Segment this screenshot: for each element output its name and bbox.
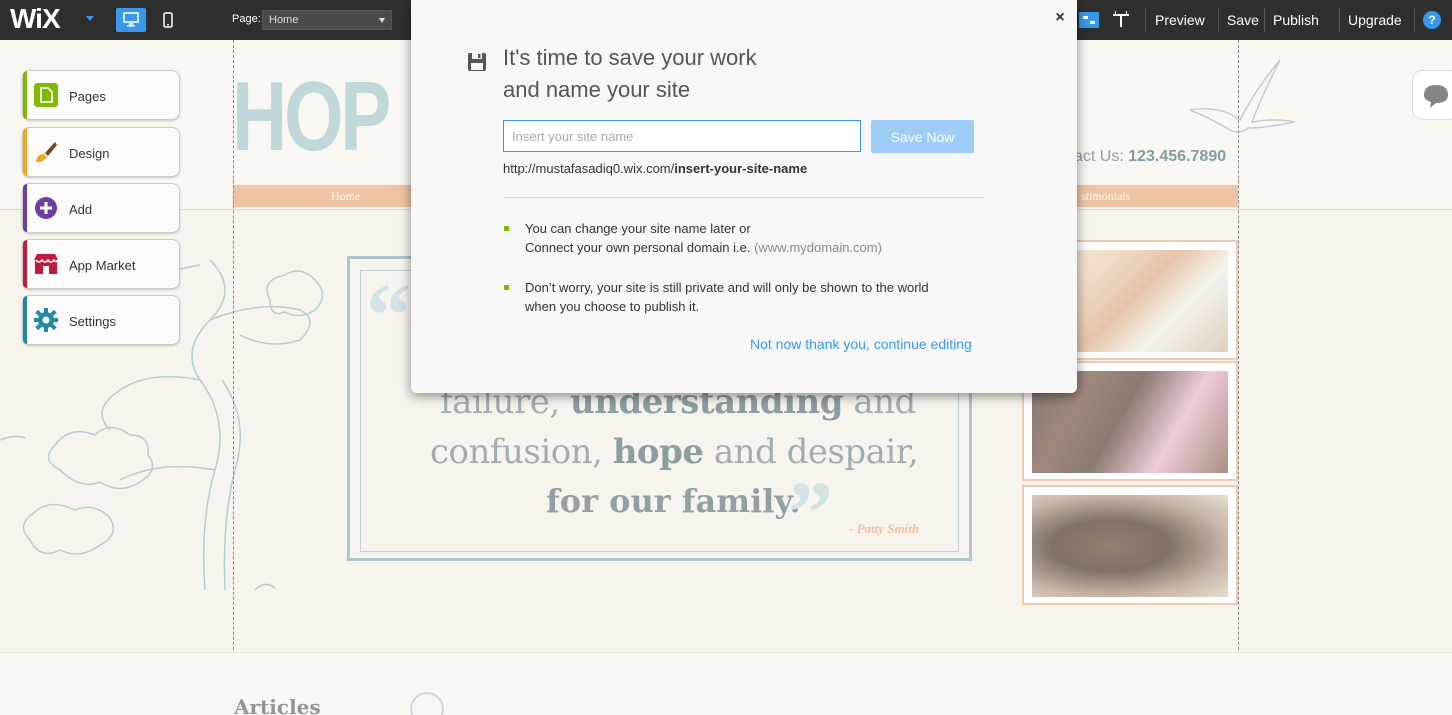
site-url-preview: http://mustafasadiq0.wix.com/insert-your… <box>503 161 807 176</box>
page-selector-dropdown[interactable]: Home <box>262 10 392 30</box>
logo-menu-caret-icon[interactable] <box>86 16 94 21</box>
sidebar-item-label: Settings <box>69 314 116 329</box>
note-text: Connect your own personal domain i.e. <box>525 240 755 255</box>
store-icon <box>34 254 58 274</box>
note-rename-line-1: You can change your site name later or <box>525 221 751 236</box>
sidebar-item-add[interactable]: Add <box>22 183 180 233</box>
floppy-disk-icon <box>468 53 486 71</box>
sidebar-item-label: App Market <box>69 258 136 273</box>
top-bar-divider <box>1264 8 1265 32</box>
sidebar-item-design[interactable]: Design <box>22 127 180 177</box>
chevron-down-icon <box>379 18 385 23</box>
domain-example: (www.mydomain.com) <box>754 240 882 255</box>
sidebar-item-label: Design <box>69 146 110 161</box>
ruler-tool-button[interactable] <box>1108 8 1134 32</box>
bullet-icon <box>504 285 509 290</box>
sidebar-item-label: Add <box>69 202 93 217</box>
dialog-title-line-1: It's time to save your work <box>503 45 757 70</box>
top-bar-divider <box>1414 8 1415 32</box>
note-private-line-1: Don’t worry, your site is still private … <box>525 280 929 295</box>
mobile-icon <box>163 12 173 28</box>
mobile-view-button[interactable] <box>156 8 180 32</box>
ruler-icon <box>1113 11 1129 27</box>
publish-button[interactable]: Publish <box>1273 12 1319 28</box>
save-button[interactable]: Save <box>1227 12 1259 28</box>
note-rename-line-2: Connect your own personal domain i.e. (w… <box>525 238 882 257</box>
note-rename: You can change your site name later or C… <box>525 219 882 257</box>
dialog-title-line-2: and name your site <box>503 77 691 102</box>
page-selector-label: Page: <box>232 13 261 25</box>
close-icon[interactable]: × <box>1051 9 1069 27</box>
top-bar-divider <box>1339 8 1340 32</box>
sidebar-item-accent <box>23 128 27 176</box>
note-private: Don’t worry, your site is still private … <box>525 278 929 316</box>
url-slug: insert-your-site-name <box>674 161 808 176</box>
sidebar-item-accent <box>23 184 27 232</box>
sidebar-item-accent <box>23 296 27 344</box>
save-site-dialog: × It's time to save your work and name y… <box>411 0 1077 393</box>
plus-icon <box>35 197 57 219</box>
page-selector-value: Home <box>269 14 299 26</box>
site-name-input[interactable] <box>503 120 861 152</box>
layers-tool-button[interactable] <box>1076 8 1102 32</box>
top-bar-divider <box>1145 8 1146 32</box>
top-bar-divider <box>1218 8 1219 32</box>
page-icon <box>34 83 58 107</box>
sidebar-item-settings[interactable]: Settings <box>22 295 180 345</box>
sidebar-item-label: Pages <box>69 89 106 104</box>
wix-logo[interactable]: WiX <box>10 3 61 35</box>
paintbrush-icon <box>36 142 57 163</box>
upgrade-button[interactable]: Upgrade <box>1348 12 1402 28</box>
preview-button[interactable]: Preview <box>1155 12 1205 28</box>
align-icon <box>1079 12 1099 28</box>
sidebar-item-app-market[interactable]: App Market <box>22 239 180 289</box>
sidebar-item-pages[interactable]: Pages <box>22 70 180 120</box>
sidebar-item-accent <box>23 240 27 288</box>
sidebar-item-accent <box>23 71 27 119</box>
help-button[interactable]: ? <box>1423 11 1441 29</box>
save-now-button[interactable]: Save Now <box>871 120 974 153</box>
gear-icon <box>34 308 58 332</box>
note-private-line-2: when you choose to publish it. <box>525 299 700 314</box>
desktop-icon <box>123 12 139 27</box>
url-prefix: http://mustafasadiq0.wix.com/ <box>503 161 675 176</box>
bullet-icon <box>504 226 509 231</box>
continue-editing-link[interactable]: Not now thank you, continue editing <box>750 336 972 352</box>
desktop-view-button[interactable] <box>116 8 146 32</box>
dialog-divider <box>503 197 985 198</box>
